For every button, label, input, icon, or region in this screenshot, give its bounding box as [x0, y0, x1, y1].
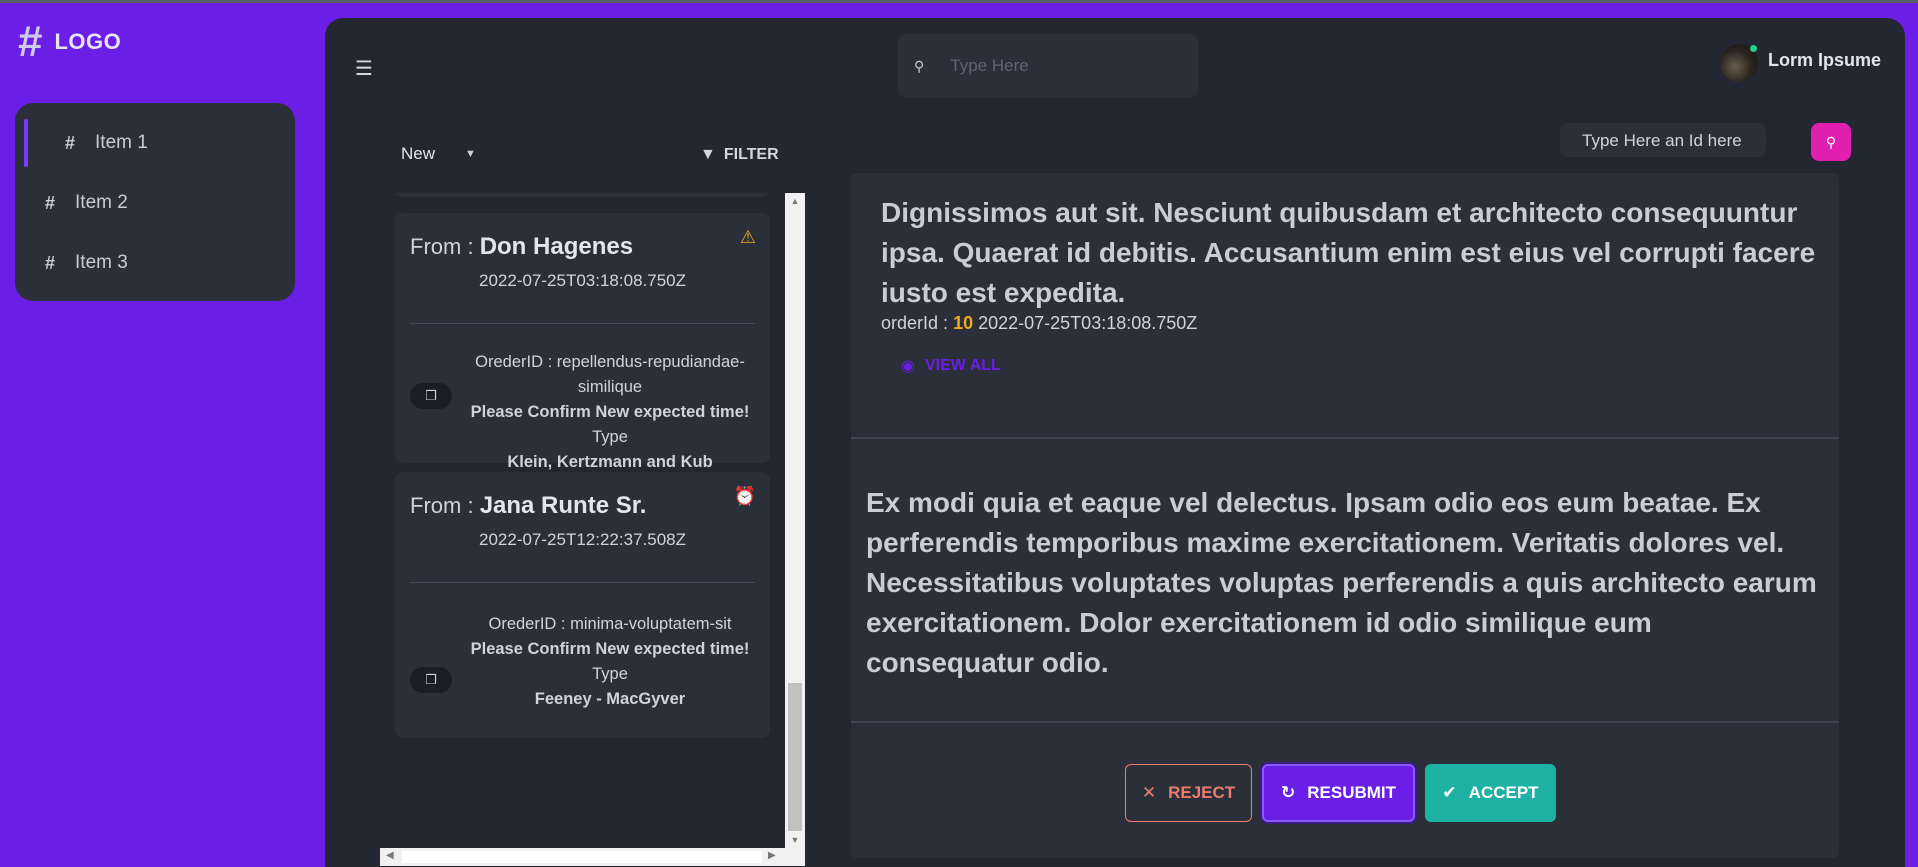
list-item[interactable]: From : Jana Runte Sr. ⏰ 2022-07-25T12:22… [395, 472, 770, 738]
sidebar-item-label: Item 3 [75, 252, 128, 273]
sidebar-item-2[interactable]: # Item 2 [15, 173, 295, 233]
sidebar-item-1[interactable]: # Item 1 [15, 113, 295, 173]
warning-icon: ⚠ [739, 227, 756, 247]
user-menu[interactable]: Lorm Ipsume [1720, 44, 1881, 82]
alarm-clock-icon: ⏰ [733, 486, 756, 506]
card-message: Please Confirm New expected time! [470, 640, 750, 658]
filter-label: FILTER [723, 146, 779, 163]
view-all-label: VIEW ALL [924, 357, 1001, 374]
close-icon: ✕ [1141, 783, 1157, 802]
detail-panel: Dignissimos aut sit. Nesciunt quibusdam … [851, 173, 1839, 858]
type-value: Feeney - MacGyver [534, 690, 686, 708]
avatar[interactable] [1720, 44, 1758, 82]
order-line: OrederID : repellendus-repudiandae-simil… [475, 353, 745, 396]
order-meta: orderId : 10 2022-07-25T03:18:08.750Z [881, 313, 1197, 334]
scrollbar-thumb[interactable] [402, 851, 762, 863]
order-id: 10 [953, 313, 974, 333]
filter-button[interactable]: ▼ FILTER [700, 146, 779, 164]
window-top-border [0, 0, 1918, 3]
from-name: Don Hagenes [479, 233, 634, 260]
cube-icon: ❒ [410, 667, 452, 693]
sidebar-item-3[interactable]: # Item 3 [15, 233, 295, 293]
message-list[interactable]: From : Don Hagenes ⚠ 2022-07-25T03:18:08… [380, 193, 785, 848]
from-name: Jana Runte Sr. [479, 492, 647, 519]
from-label: From : [410, 234, 474, 259]
type-label: Type [592, 428, 628, 446]
scroll-up-icon[interactable]: ▲ [785, 196, 805, 206]
view-all-link[interactable]: ◉ VIEW ALL [901, 356, 1001, 376]
id-search-input[interactable] [1580, 123, 1764, 159]
accept-button[interactable]: ✔ ACCEPT [1425, 764, 1556, 822]
header-search: ⚲ [898, 34, 1198, 98]
vertical-scrollbar[interactable]: ▲ ▼ [785, 193, 805, 848]
detail-title: Dignissimos aut sit. Nesciunt quibusdam … [881, 197, 1816, 308]
hash-icon: # [45, 192, 56, 213]
id-search-button[interactable]: ⚲ [1811, 123, 1851, 161]
caret-down-icon: ▼ [465, 148, 476, 160]
order-date: 2022-07-25T03:18:08.750Z [978, 313, 1198, 333]
horizontal-scrollbar[interactable]: ◀ ▶ [380, 848, 805, 866]
card-body: OrederID : repellendus-repudiandae-simil… [460, 350, 760, 475]
message-list-container: From : Don Hagenes ⚠ 2022-07-25T03:18:08… [380, 193, 805, 866]
from-label: From : [410, 493, 474, 518]
menu-toggle-icon[interactable]: ☰ [355, 56, 373, 81]
logo-text: LOGO [54, 29, 122, 54]
card-from: From : Jana Runte Sr. [410, 492, 646, 520]
divider [410, 323, 755, 324]
sidebar-item-label: Item 2 [75, 192, 128, 213]
divider [410, 582, 755, 583]
refresh-icon: ↻ [1280, 783, 1296, 802]
status-select-value: New [401, 144, 436, 163]
type-label: Type [592, 665, 628, 683]
card-date: 2022-07-25T12:22:37.508Z [479, 530, 686, 549]
detail-description: Ex modi quia et eaque vel delectus. Ipsa… [866, 487, 1817, 678]
card-from: From : Don Hagenes [410, 233, 633, 261]
search-icon: ⚲ [1825, 133, 1837, 150]
user-name: Lorm Ipsume [1768, 50, 1882, 70]
card-message: Please Confirm New expected time! [470, 403, 750, 421]
list-item[interactable]: From : Don Hagenes ⚠ 2022-07-25T03:18:08… [395, 213, 770, 471]
cube-icon: ❒ [410, 383, 452, 409]
header-search-input[interactable] [948, 55, 1183, 77]
sidebar-nav: # Item 1 # Item 2 # Item 3 [15, 103, 295, 301]
status-select[interactable]: New ▼ [401, 144, 476, 164]
reject-label: REJECT [1168, 783, 1236, 802]
resubmit-label: RESUBMIT [1307, 783, 1397, 802]
scroll-right-icon[interactable]: ▶ [768, 850, 776, 861]
order-label: orderId : [881, 313, 949, 333]
search-icon: ⚲ [914, 57, 925, 74]
eye-icon: ◉ [901, 358, 915, 375]
funnel-icon: ▼ [700, 146, 716, 163]
check-icon: ✔ [1442, 783, 1457, 802]
resubmit-button[interactable]: ↻ RESUBMIT [1262, 764, 1415, 822]
divider [851, 437, 1839, 439]
card-date: 2022-07-25T03:18:08.750Z [479, 271, 686, 290]
accept-label: ACCEPT [1468, 783, 1539, 802]
hash-icon: # [18, 17, 43, 66]
card-body: OrederID : minima-voluptatem-sit Please … [460, 612, 760, 712]
scrollbar-thumb[interactable] [788, 683, 802, 831]
hash-icon: # [65, 132, 76, 153]
divider [851, 721, 1839, 723]
scroll-down-icon[interactable]: ▼ [785, 835, 805, 845]
list-item-partial [395, 193, 770, 197]
hash-icon: # [45, 252, 56, 273]
order-line: OrederID : minima-voluptatem-sit [488, 615, 732, 633]
sidebar-item-label: Item 1 [95, 132, 148, 153]
scroll-left-icon[interactable]: ◀ [386, 850, 394, 861]
id-search [1560, 123, 1766, 159]
logo[interactable]: # LOGO [18, 20, 121, 64]
reject-button[interactable]: ✕ REJECT [1125, 764, 1252, 822]
